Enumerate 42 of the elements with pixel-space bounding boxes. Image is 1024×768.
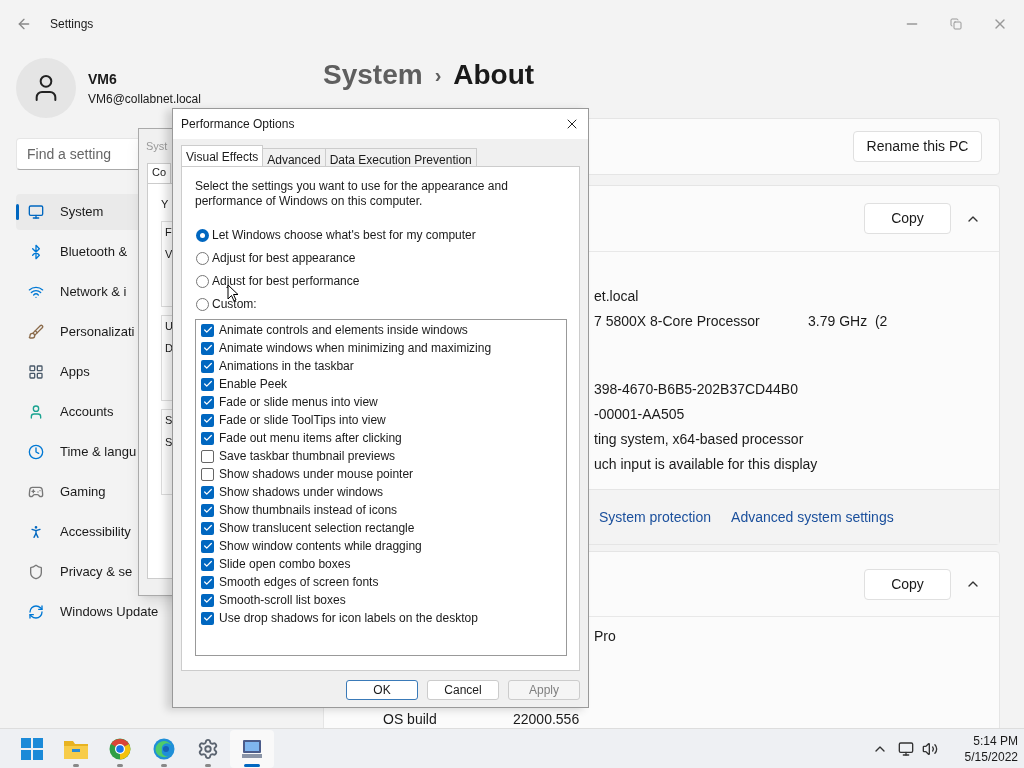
checkbox-label: Show shadows under mouse pointer [219,466,414,483]
intro-text: Y [161,198,169,210]
breadcrumb-separator: › [434,63,442,88]
user-name: VM6 [88,69,118,89]
window-title: Settings [50,16,94,33]
group-text: S [165,435,173,450]
checkbox-label: Fade or slide menus into view [219,394,378,411]
description-text: Select the settings you want to use for the appearance and performance of Windows on this computer. [195,179,509,209]
dialog-title: Performance Options [181,116,295,133]
checkbox-label: Show window contents while dragging [219,538,422,555]
checkbox-label: Slide open combo boxes [219,556,351,573]
group-text: U [165,318,173,334]
page-title: About [453,58,535,92]
checkbox-label: Animate windows when minimizing and maximizing [219,340,492,357]
spec-value: uch input is available for this display [594,455,818,474]
checkbox-label: Fade or slide ToolTips into view [219,412,386,429]
spec-value: 3.79 GHz (2 [808,312,888,331]
spec-value: 7 5800X 8-Core Processor [594,312,761,331]
checkbox-label: Show translucent selection rectangle [219,520,415,537]
checkbox-label: Save taskbar thumbnail previews [219,448,396,465]
spec-value: et.local [594,287,639,306]
spec-value: Pro [594,627,616,646]
checkbox-label: Show shadows under windows [219,484,384,501]
checkbox-label: Animate controls and elements inside windows [219,322,468,339]
group-text: F [165,224,172,240]
spec-label: OS build [383,709,438,728]
group-text: D [165,341,173,356]
user-email: VM6@collabnet.local [88,90,201,108]
spec-value: ting system, x64-based processor [594,430,804,449]
spec-value: -00001-AA505 [594,405,685,424]
checkbox-label: Use drop shadows for icon labels on the desktop [219,610,478,627]
checkbox-label: Animations in the taskbar [219,358,354,375]
checkbox-label: Enable Peek [219,376,288,393]
window-title: Syst [146,138,168,154]
checkbox-label: Fade out menu items after clicking [219,430,402,447]
checkbox-label: Show thumbnails instead of icons [219,502,398,519]
spec-value: 22000.556 [513,709,580,728]
checkbox-label: Smooth-scroll list boxes [219,592,346,609]
spec-value: 398-4670-B6B5-202B37CD44B0 [594,380,798,399]
group-text: V [165,247,173,262]
checkbox-label: Smooth edges of screen fonts [219,574,379,591]
group-text: S [165,412,173,428]
